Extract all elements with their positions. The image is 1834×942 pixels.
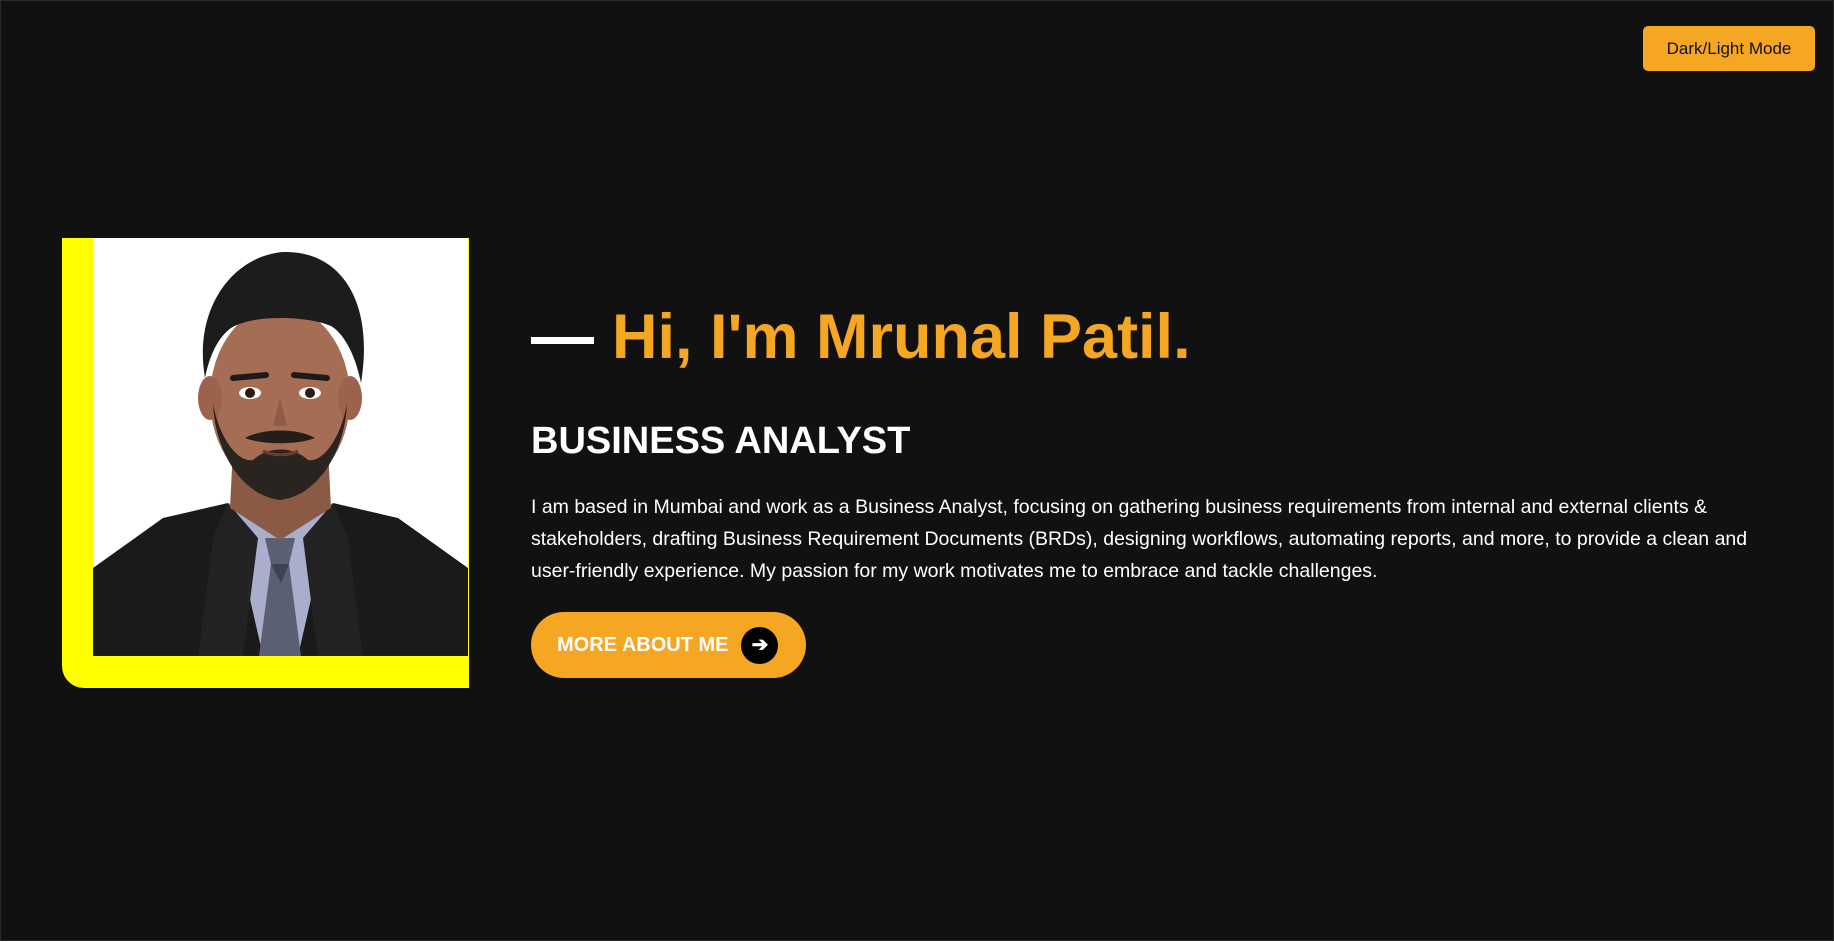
more-about-me-label: MORE ABOUT ME xyxy=(557,633,729,656)
profile-photo xyxy=(93,238,468,656)
arrow-right-icon: ➔ xyxy=(741,626,779,664)
more-about-me-button[interactable]: MORE ABOUT ME ➔ xyxy=(531,612,806,678)
photo-frame xyxy=(62,238,469,688)
bio-paragraph: I am based in Mumbai and work as a Busin… xyxy=(531,496,1748,582)
dark-light-mode-button[interactable]: Dark/Light Mode xyxy=(1643,26,1815,71)
heading-dash xyxy=(531,336,594,344)
role-title: BUSINESS ANALYST xyxy=(531,420,911,462)
greeting-row: Hi, I'm Mrunal Patil. xyxy=(531,297,1191,377)
greeting-heading: Hi, I'm Mrunal Patil. xyxy=(612,301,1191,372)
hero-page: Dark/Light Mode Hi, I'm Mrunal Patil. BU… xyxy=(0,0,1834,941)
